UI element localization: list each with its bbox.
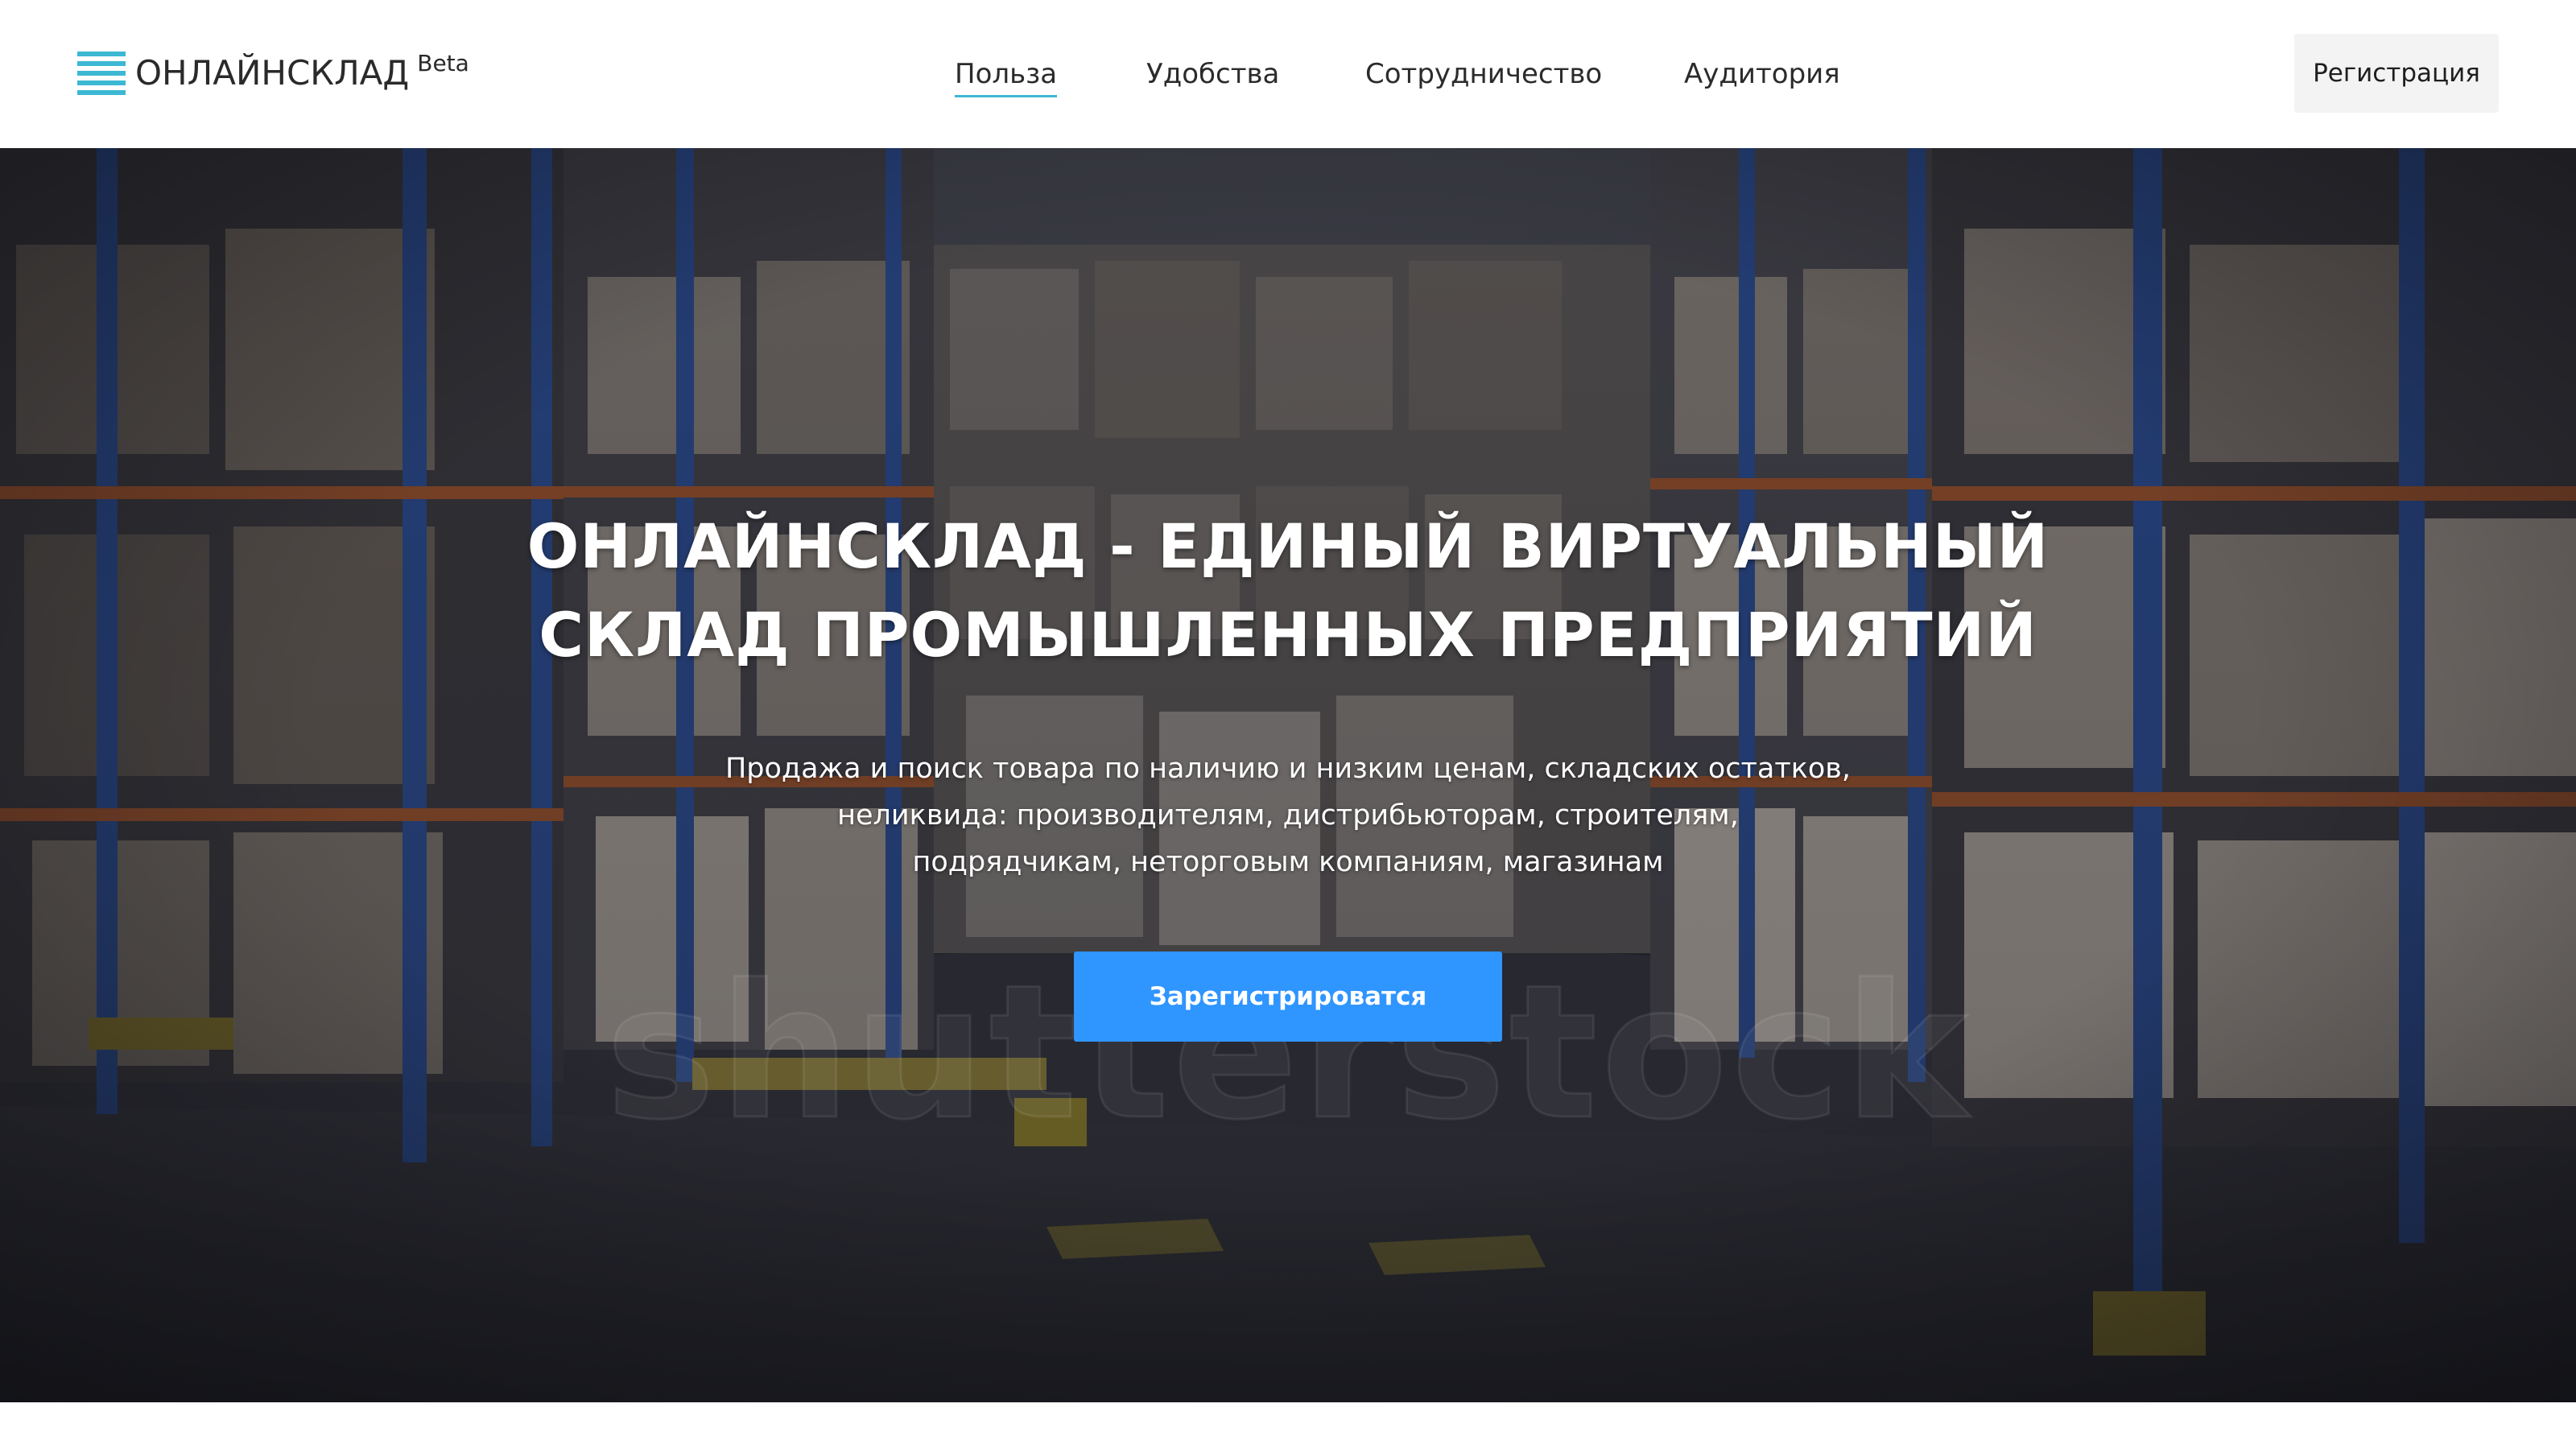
site-header: ОНЛАЙНСКЛАД Beta Польза Удобства Сотрудн… xyxy=(0,0,2576,148)
nav-item-benefit[interactable]: Польза xyxy=(955,53,1058,97)
page-bottom-area xyxy=(0,1402,2576,1449)
register-button[interactable]: Регистрация xyxy=(2294,34,2499,113)
hero-subtitle-line-3: подрядчикам, неторговым компаниям, магаз… xyxy=(912,846,1664,878)
hero-section: shutterstock ОНЛАЙНСКЛАД - ЕДИНЫЙ ВИРТУА… xyxy=(0,148,2576,1402)
hero-title-line-2: СКЛАД ПРОМЫШЛЕННЫХ ПРЕДПРИЯТИЙ xyxy=(539,599,2037,671)
hero-subtitle-line-2: неликвида: производителям, дистрибьютора… xyxy=(837,799,1739,832)
hero-subtitle-line-1: Продажа и поиск товара по наличию и низк… xyxy=(724,753,1852,785)
nav-item-cooperation[interactable]: Сотрудничество xyxy=(1365,53,1602,95)
hero-subtitle: Продажа и поиск товара по наличию и низк… xyxy=(564,745,2013,886)
hero-title: ОНЛАЙНСКЛАД - ЕДИНЫЙ ВИРТУАЛЬНЫЙ СКЛАД П… xyxy=(322,502,2254,679)
signup-cta-button[interactable]: Зарегистрироватся xyxy=(1074,952,1502,1042)
main-nav: Польза Удобства Сотрудничество Аудитория xyxy=(0,53,2576,101)
nav-item-audience[interactable]: Аудитория xyxy=(1684,53,1840,95)
hero-title-line-1: ОНЛАЙНСКЛАД - ЕДИНЫЙ ВИРТУАЛЬНЫЙ xyxy=(526,510,2050,582)
nav-item-conveniences[interactable]: Удобства xyxy=(1146,53,1279,95)
